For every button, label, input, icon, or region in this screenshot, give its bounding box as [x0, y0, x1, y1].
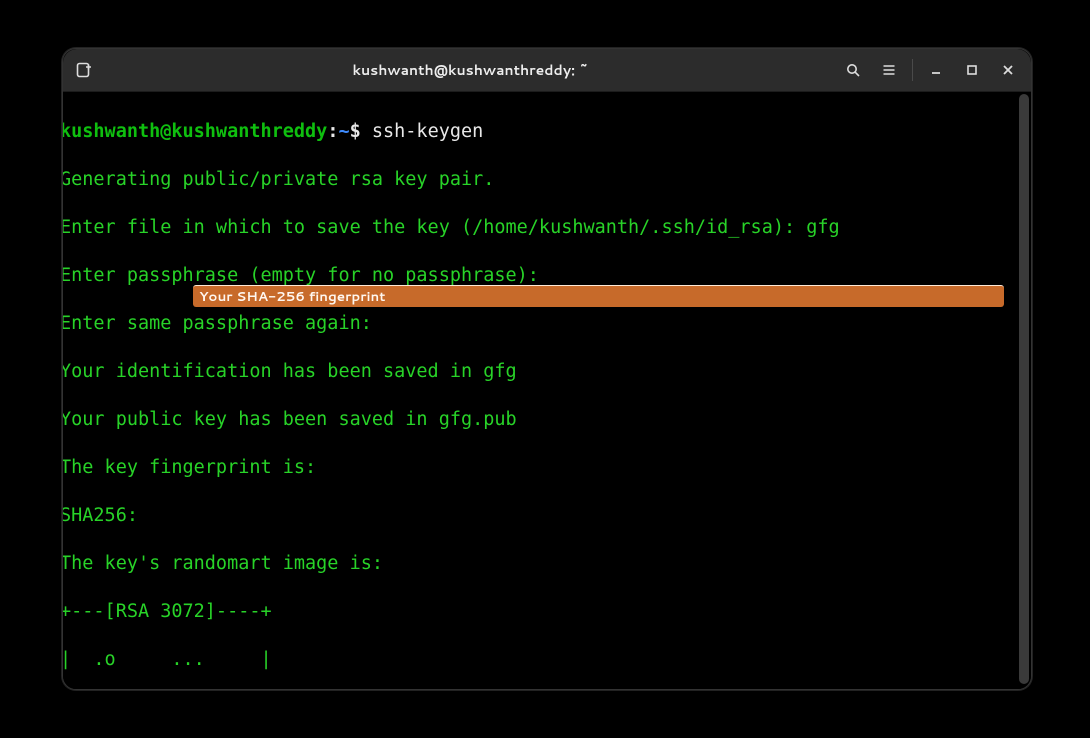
maximize-button[interactable] — [955, 53, 989, 87]
redaction-overlay: Your SHA-256 fingerprint — [193, 285, 1004, 307]
search-button[interactable] — [836, 53, 870, 87]
prompt-symbol: $ — [350, 121, 361, 142]
search-icon — [845, 62, 861, 78]
maximize-icon — [965, 63, 979, 77]
terminal-area[interactable]: kushwanth@kushwanthreddy:~$ ssh-keygen G… — [63, 92, 1031, 690]
titlebar-controls — [836, 53, 1031, 87]
minimize-button[interactable] — [919, 53, 953, 87]
minimize-icon — [929, 63, 943, 77]
prompt-line: kushwanth@kushwanthreddy:~$ ssh-keygen — [62, 120, 1019, 144]
scrollbar[interactable] — [1019, 94, 1029, 684]
window-title: kushwanth@kushwanthreddy: ~ — [105, 60, 836, 80]
close-icon — [1001, 63, 1015, 77]
randomart-line: +---[RSA 3072]----+ — [62, 600, 1019, 624]
terminal-window: kushwanth@kushwanthreddy: ~ — [62, 48, 1032, 690]
titlebar: kushwanth@kushwanthreddy: ~ — [63, 49, 1031, 92]
new-tab-button[interactable] — [63, 49, 105, 91]
output-line: Your identification has been saved in gf… — [62, 360, 1019, 384]
output-line: Your public key has been saved in gfg.pu… — [62, 408, 1019, 432]
prompt-colon: : — [327, 121, 338, 142]
prompt-path: ~ — [338, 121, 349, 142]
output-line: Enter same passphrase again: — [62, 312, 1019, 336]
output-line: The key's randomart image is: — [62, 552, 1019, 576]
menu-button[interactable] — [872, 53, 906, 87]
new-tab-icon — [75, 61, 93, 79]
close-button[interactable] — [991, 53, 1025, 87]
randomart-line: | .o ... | — [62, 648, 1019, 672]
prompt-user-host: kushwanth@kushwanthreddy — [62, 121, 327, 142]
sha-line: SHA256: — [62, 504, 1019, 528]
hamburger-icon — [881, 62, 897, 78]
output-line: Generating public/private rsa key pair. — [62, 168, 1019, 192]
command-text: ssh-keygen — [361, 121, 484, 142]
separator — [912, 59, 913, 81]
redaction-label: Your SHA-256 fingerprint — [199, 286, 385, 307]
terminal-content: kushwanth@kushwanthreddy:~$ ssh-keygen G… — [62, 94, 1019, 690]
output-line: The key fingerprint is: — [62, 456, 1019, 480]
output-line: Enter file in which to save the key (/ho… — [62, 216, 1019, 240]
